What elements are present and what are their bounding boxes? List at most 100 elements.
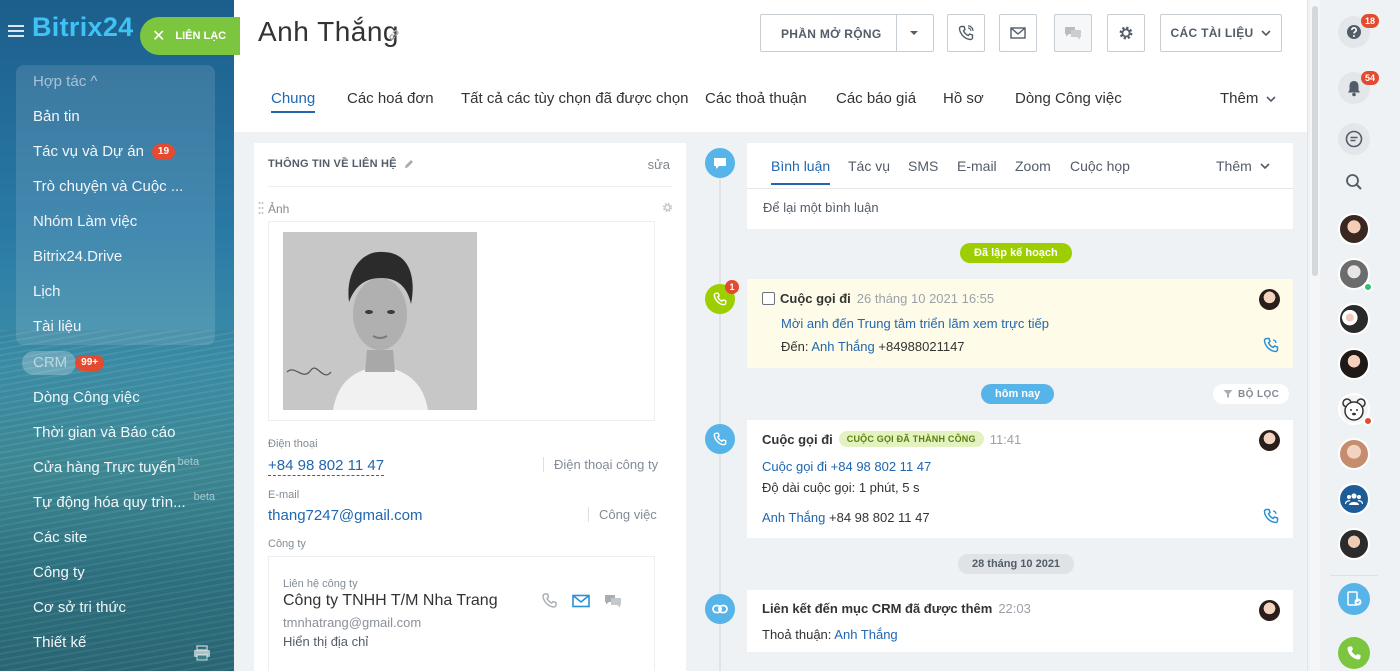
- deal-link[interactable]: Anh Thắng: [834, 627, 897, 642]
- mail-icon[interactable]: [572, 592, 590, 610]
- tab-zoom[interactable]: Zoom: [1015, 158, 1051, 174]
- phone-icon[interactable]: [1263, 508, 1279, 524]
- tab-comment[interactable]: Bình luận: [771, 158, 831, 185]
- search-button[interactable]: [1338, 166, 1370, 198]
- sidebar-item-documents[interactable]: Tài liệu: [33, 318, 81, 335]
- avatar[interactable]: [1259, 289, 1280, 310]
- tab-all-options[interactable]: Tất cả các tùy chọn đã được chọn: [461, 90, 689, 107]
- activity-more[interactable]: Thêm: [1216, 158, 1270, 174]
- filter-button[interactable]: BỘ LỌC: [1213, 384, 1290, 404]
- company-name[interactable]: Công ty TNHH T/M Nha Trang: [283, 592, 498, 610]
- sidebar-item-workgroups[interactable]: Nhóm Làm việc: [33, 213, 137, 230]
- call-card: Cuộc gọi đi CUỘC GỌI ĐÃ THÀNH CÔNG 11:41…: [747, 420, 1293, 538]
- sidebar-item-knowledge-base[interactable]: Cơ sở tri thức: [33, 599, 126, 616]
- sidebar-item-automation[interactable]: Tự động hóa quy trìn... beta: [33, 491, 215, 512]
- chevron-down-icon: [1266, 95, 1276, 102]
- sidebar-item-design[interactable]: Thiết kế: [33, 634, 86, 651]
- call-link[interactable]: Cuộc gọi đi +84 98 802 11 47: [762, 459, 931, 474]
- chat-button[interactable]: [1054, 14, 1092, 52]
- drag-handle-icon[interactable]: [258, 201, 264, 215]
- call-title: Cuộc gọi đi CUỘC GỌI ĐÃ THÀNH CÔNG 11:41: [762, 431, 1022, 447]
- extensions-button[interactable]: PHẦN MỞ RỘNG: [760, 14, 934, 52]
- sidebar-item-sites[interactable]: Các site: [33, 529, 87, 546]
- sidebar-item-tasks[interactable]: Tác vụ và Dự án 19: [33, 143, 176, 160]
- pencil-icon[interactable]: [404, 159, 414, 169]
- scrollbar-thumb[interactable]: [1312, 6, 1318, 276]
- edit-link[interactable]: sửa: [648, 157, 670, 172]
- page-title: Anh Thắng: [258, 16, 399, 47]
- chat-bubbles-icon: [1065, 27, 1081, 40]
- caret-down-icon[interactable]: [909, 30, 919, 36]
- contacts-close-button[interactable]: ✕ LIÊN LẠC: [140, 17, 240, 55]
- company-card: Liên hệ công ty Công ty TNHH T/M Nha Tra…: [268, 556, 655, 671]
- timeline-call-marker: [705, 424, 735, 454]
- avatar[interactable]: [1338, 528, 1370, 560]
- sidebar-item-crm[interactable]: CRM 99+: [33, 354, 105, 371]
- phone-type: Điện thoại công ty: [543, 457, 658, 472]
- gear-icon[interactable]: [661, 201, 674, 214]
- sidebar-item-drive[interactable]: Bitrix24.Drive: [33, 248, 122, 265]
- menu-burger-icon[interactable]: [8, 25, 24, 37]
- sidebar-item-company[interactable]: Công ty: [33, 564, 85, 581]
- call-button[interactable]: [947, 14, 985, 52]
- sidebar-item-collaboration[interactable]: Hợp tác ^: [33, 73, 97, 90]
- sidebar-item-chat[interactable]: Trò chuyện và Cuộc ...: [33, 178, 183, 195]
- email-value[interactable]: thang7247@gmail.com: [268, 507, 422, 524]
- comment-input[interactable]: Để lại một bình luận: [763, 200, 879, 215]
- sidebar-item-online-store[interactable]: Cửa hàng Trực tuyến beta: [33, 456, 199, 477]
- tab-general[interactable]: Chung: [271, 90, 316, 113]
- group-chat-avatar[interactable]: [1338, 483, 1370, 515]
- tab-sms[interactable]: SMS: [908, 158, 938, 174]
- avatar[interactable]: [1338, 348, 1370, 380]
- telephony-button[interactable]: [1338, 637, 1370, 669]
- chat-icon: [1345, 130, 1363, 148]
- tab-email[interactable]: E-mail: [957, 158, 997, 174]
- messenger-button[interactable]: [1338, 123, 1370, 155]
- planned-call-subject[interactable]: Mời anh đến Trung tâm triển lãm xem trực…: [781, 316, 1049, 331]
- date-section-label: 28 tháng 10 2021: [958, 554, 1075, 574]
- recipient-link[interactable]: Anh Thắng: [811, 339, 874, 354]
- bell-icon: [1348, 80, 1360, 96]
- avatar[interactable]: [1259, 600, 1280, 621]
- contact-link[interactable]: Anh Thắng: [762, 510, 825, 525]
- sidebar-item-calendar[interactable]: Lịch: [33, 283, 61, 300]
- email-label: E-mail: [268, 489, 300, 501]
- planned-call-title: Cuộc gọi đi 26 tháng 10 2021 16:55: [762, 291, 994, 306]
- phone-value[interactable]: +84 98 802 11 47: [268, 457, 385, 476]
- contact-center-button[interactable]: [1338, 583, 1370, 615]
- tab-quotes[interactable]: Các báo giá: [836, 90, 916, 107]
- printer-icon[interactable]: [193, 645, 211, 661]
- tab-more[interactable]: Thêm: [1220, 90, 1276, 107]
- filter-icon: [1223, 390, 1233, 398]
- planned-count-badge: 1: [725, 280, 739, 294]
- complete-checkbox[interactable]: [762, 292, 775, 305]
- sidebar-item-workflows[interactable]: Dòng Công việc: [33, 389, 140, 406]
- email-button[interactable]: [999, 14, 1037, 52]
- sidebar-item-time-reports[interactable]: Thời gian và Báo cáo: [33, 424, 175, 441]
- avatar[interactable]: [1259, 430, 1280, 451]
- settings-button[interactable]: [1107, 14, 1145, 52]
- show-address-link[interactable]: Hiển thị địa chỉ: [283, 634, 368, 649]
- avatar[interactable]: [1338, 303, 1370, 335]
- tab-workflows[interactable]: Dòng Công việc: [1015, 90, 1122, 107]
- phone-icon[interactable]: [541, 592, 559, 610]
- status-badge: CUỘC GỌI ĐÃ THÀNH CÔNG: [838, 431, 984, 447]
- planned-call-recipient: Đến: Anh Thắng +84988021147: [781, 339, 965, 354]
- avatar[interactable]: [1338, 213, 1370, 245]
- tab-invoices[interactable]: Các hoá đơn: [347, 90, 434, 107]
- contact-info-panel: THÔNG TIN VỀ LIÊN HỆ sửa Ảnh Điện thoại …: [254, 143, 686, 671]
- tab-deals[interactable]: Các thoả thuận: [705, 90, 807, 107]
- tab-meeting[interactable]: Cuộc họp: [1070, 158, 1130, 174]
- company-email[interactable]: tmnhatrang@gmail.com: [283, 615, 421, 630]
- photo-label: Ảnh: [268, 202, 290, 216]
- chat-bubbles-icon[interactable]: [604, 592, 622, 610]
- phone-icon[interactable]: [1263, 337, 1279, 353]
- documents-button[interactable]: CÁC TÀI LIỆU: [1160, 14, 1282, 52]
- tab-task[interactable]: Tác vụ: [848, 158, 890, 174]
- contact-photo[interactable]: [283, 232, 477, 410]
- sidebar-item-newsfeed[interactable]: Bản tin: [33, 108, 80, 125]
- brand-logo[interactable]: Bitrix24: [32, 12, 133, 43]
- tab-history[interactable]: Hồ sơ: [943, 90, 984, 107]
- avatar[interactable]: [1338, 438, 1370, 470]
- link-icon[interactable]: [388, 29, 400, 41]
